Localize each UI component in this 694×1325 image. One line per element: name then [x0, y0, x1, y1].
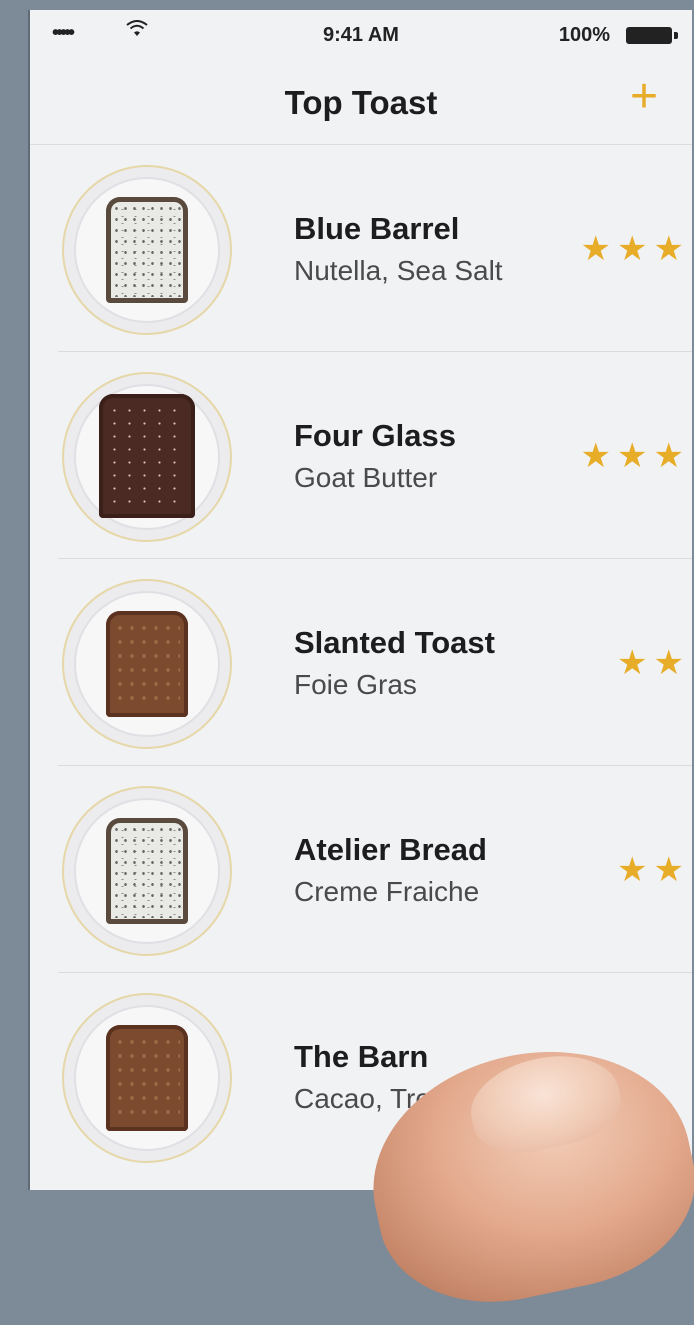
toast-image	[99, 394, 195, 518]
list-item[interactable]: Four Glass Goat Butter ★★★	[58, 352, 692, 559]
toast-topping: Creme Fraiche	[294, 876, 480, 907]
toast-topping: Goat Butter	[294, 462, 438, 493]
toast-plate-image	[62, 786, 232, 956]
add-toast-button[interactable]: +	[624, 73, 664, 121]
list-item[interactable]: Blue Barrel Nutella, Sea Salt ★★★	[58, 145, 692, 352]
toast-name: Blue Barrel	[294, 211, 460, 246]
toast-image	[106, 1025, 188, 1131]
battery-icon	[626, 27, 678, 44]
toast-list: Blue Barrel Nutella, Sea Salt ★★★ Four G…	[30, 145, 692, 1179]
toast-name: The Barn	[294, 1039, 429, 1074]
toast-topping: Foie Gras	[294, 669, 417, 700]
toast-plate-image	[62, 579, 232, 749]
star-rating: ★★	[617, 851, 690, 889]
star-rating: ★★★	[580, 230, 690, 268]
star-rating: ★★	[617, 644, 690, 682]
toast-plate-image	[62, 165, 232, 335]
phone-screen: ••••• 9:41 AM 100% Top Toast + Blue Barr…	[28, 10, 692, 1190]
toast-name: Slanted Toast	[294, 625, 495, 660]
toast-name: Four Glass	[294, 418, 456, 453]
toast-image	[106, 818, 188, 924]
toast-plate-image	[62, 993, 232, 1163]
battery-percent: 100%	[558, 24, 610, 46]
page-title: Top Toast	[284, 84, 438, 121]
navigation-bar: Top Toast +	[30, 56, 692, 145]
status-bar: ••••• 9:41 AM 100%	[30, 10, 692, 56]
star-rating: ★★★	[580, 437, 690, 475]
toast-plate-image	[62, 372, 232, 542]
list-item[interactable]: Atelier Bread Creme Fraiche ★★	[58, 766, 692, 973]
toast-name: Atelier Bread	[294, 832, 487, 867]
toast-topping: Nutella, Sea Salt	[294, 255, 503, 286]
list-item[interactable]: Slanted Toast Foie Gras ★★	[58, 559, 692, 766]
toast-image	[106, 611, 188, 717]
toast-image	[106, 197, 188, 303]
